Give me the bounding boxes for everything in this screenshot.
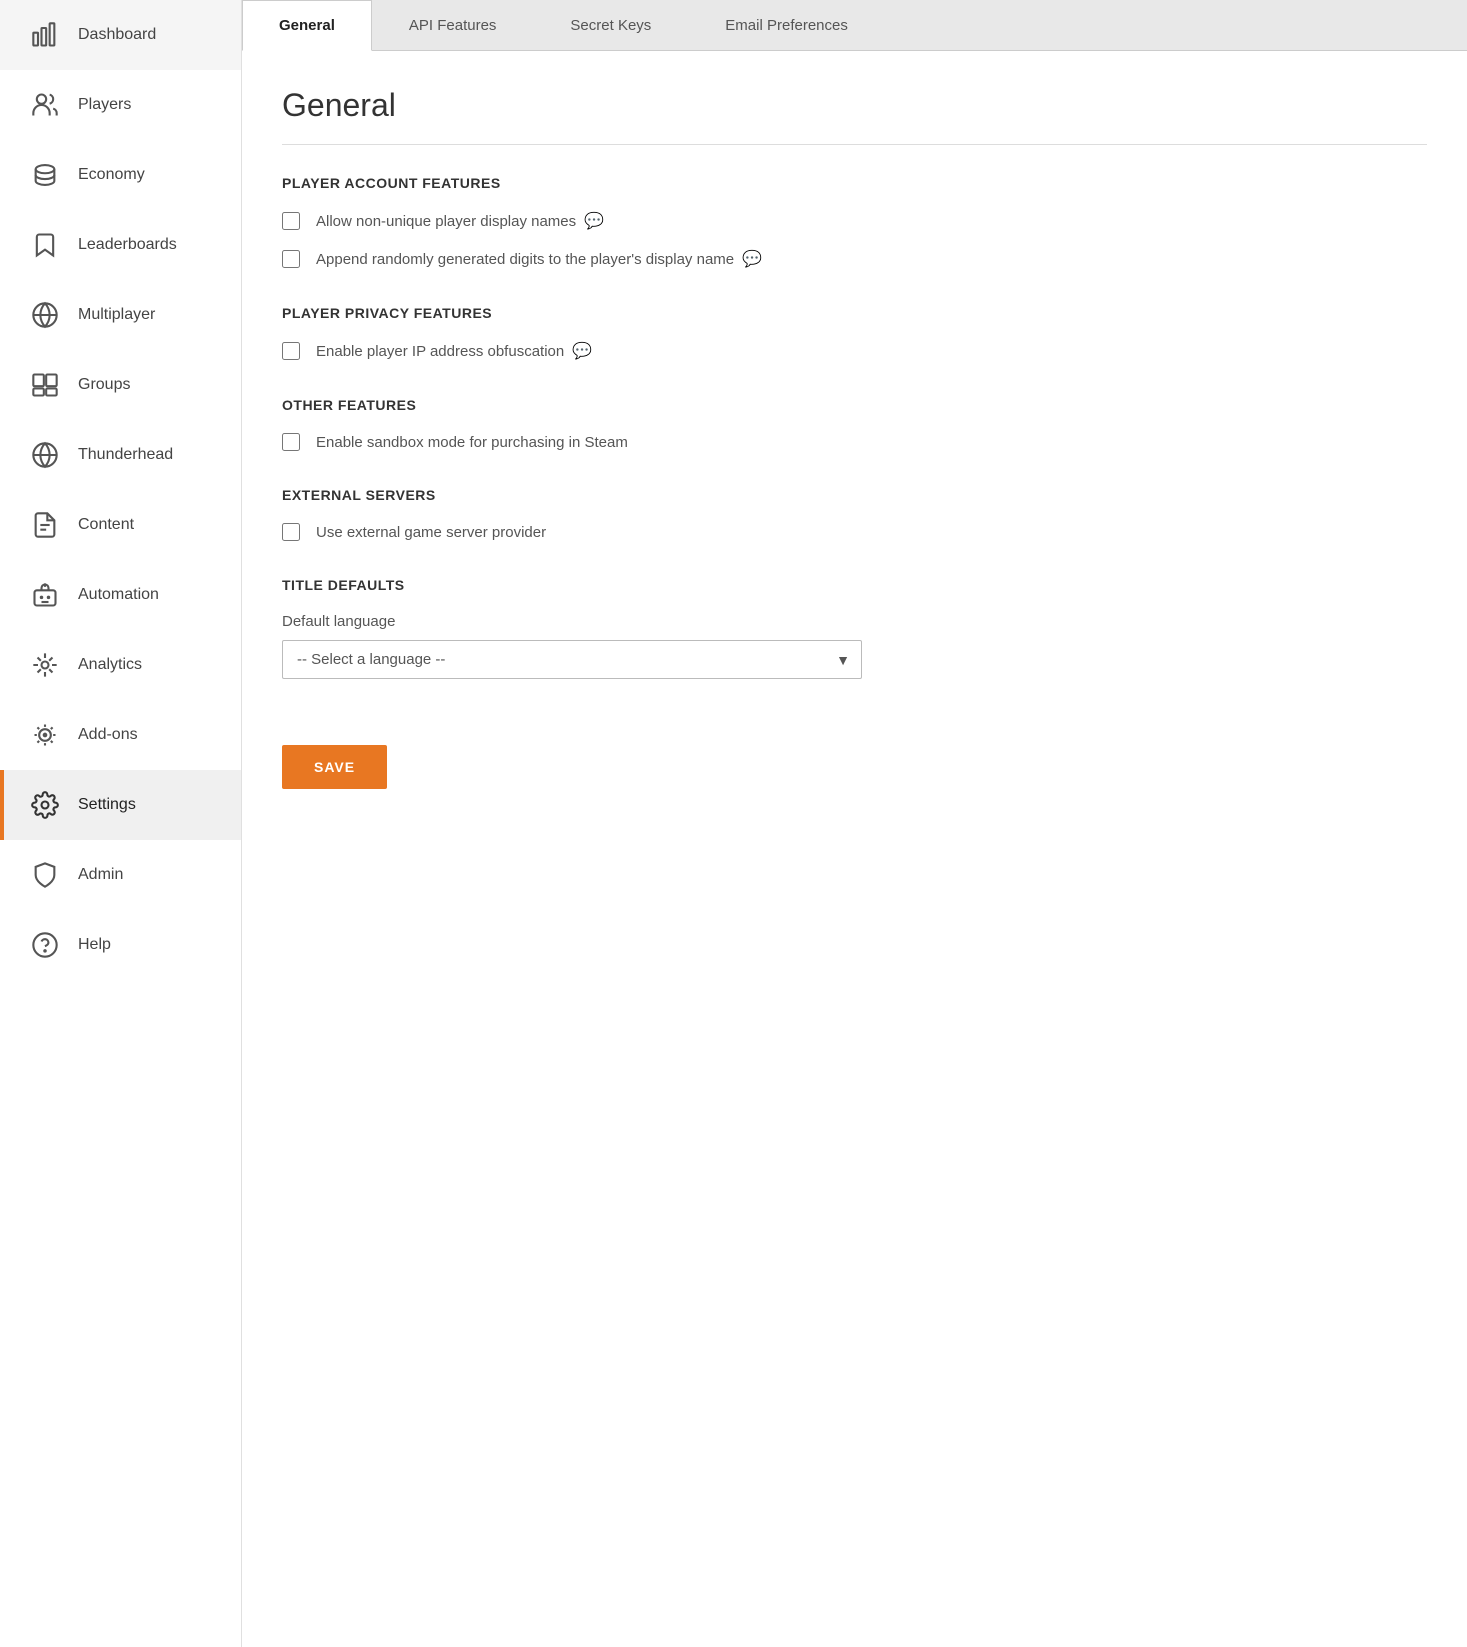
sidebar-item-addons[interactable]: Add-ons: [0, 700, 241, 770]
label-sandbox-mode: Enable sandbox mode for purchasing in St…: [316, 434, 628, 451]
section-player-privacy: PLAYER PRIVACY FEATURES Enable player IP…: [282, 305, 1427, 361]
bar-chart-icon: [28, 18, 62, 52]
section-player-account: PLAYER ACCOUNT FEATURES Allow non-unique…: [282, 175, 1427, 269]
sidebar-item-content[interactable]: Content: [0, 490, 241, 560]
comment-icon-2: 💬: [572, 341, 592, 361]
sidebar-label-automation: Automation: [78, 586, 159, 604]
gear-icon: [28, 788, 62, 822]
label-external-server: Use external game server provider: [316, 524, 546, 541]
comment-icon-1: 💬: [742, 249, 762, 269]
sidebar-item-admin[interactable]: Admin: [0, 840, 241, 910]
sidebar-label-addons: Add-ons: [78, 726, 138, 744]
thunderhead-icon: [28, 438, 62, 472]
content-area: General PLAYER ACCOUNT FEATURES Allow no…: [242, 51, 1467, 825]
tab-bar: General API Features Secret Keys Email P…: [242, 0, 1467, 51]
checkbox-item-append-digits: Append randomly generated digits to the …: [282, 249, 1427, 269]
sidebar-label-content: Content: [78, 516, 134, 534]
users-icon: [28, 88, 62, 122]
sidebar-label-dashboard: Dashboard: [78, 26, 156, 44]
sidebar-label-multiplayer: Multiplayer: [78, 306, 155, 324]
analytics-icon: [28, 648, 62, 682]
sidebar-item-players[interactable]: Players: [0, 70, 241, 140]
checkbox-item-external-server: Use external game server provider: [282, 523, 1427, 541]
section-title-external-servers: EXTERNAL SERVERS: [282, 487, 1427, 503]
checkbox-item-ip-obfuscation: Enable player IP address obfuscation 💬: [282, 341, 1427, 361]
sidebar-label-help: Help: [78, 936, 111, 954]
tab-general[interactable]: General: [242, 0, 372, 51]
page-title: General: [282, 87, 1427, 124]
language-select-wrapper: -- Select a language -- English French G…: [282, 640, 862, 679]
sidebar-item-analytics[interactable]: Analytics: [0, 630, 241, 700]
sidebar-label-groups: Groups: [78, 376, 130, 394]
section-title-player-privacy: PLAYER PRIVACY FEATURES: [282, 305, 1427, 321]
sidebar-label-players: Players: [78, 96, 131, 114]
checkbox-item-non-unique-names: Allow non-unique player display names 💬: [282, 211, 1427, 231]
main-content: General API Features Secret Keys Email P…: [242, 0, 1467, 1647]
section-external-servers: EXTERNAL SERVERS Use external game serve…: [282, 487, 1427, 541]
tab-api-features[interactable]: API Features: [372, 0, 534, 50]
checkbox-sandbox-mode[interactable]: [282, 433, 300, 451]
section-other-features: OTHER FEATURES Enable sandbox mode for p…: [282, 397, 1427, 451]
label-append-digits: Append randomly generated digits to the …: [316, 249, 762, 269]
sidebar-item-dashboard[interactable]: Dashboard: [0, 0, 241, 70]
sidebar-item-leaderboards[interactable]: Leaderboards: [0, 210, 241, 280]
section-title-player-account: PLAYER ACCOUNT FEATURES: [282, 175, 1427, 191]
sidebar-item-thunderhead[interactable]: Thunderhead: [0, 420, 241, 490]
label-non-unique-names: Allow non-unique player display names 💬: [316, 211, 604, 231]
save-button[interactable]: SAVE: [282, 745, 387, 789]
checkbox-non-unique-names[interactable]: [282, 212, 300, 230]
language-select[interactable]: -- Select a language -- English French G…: [282, 640, 862, 679]
tab-secret-keys[interactable]: Secret Keys: [533, 0, 688, 50]
language-field-label: Default language: [282, 613, 1427, 630]
checkbox-item-sandbox-mode: Enable sandbox mode for purchasing in St…: [282, 433, 1427, 451]
sidebar-label-analytics: Analytics: [78, 656, 142, 674]
tab-email-preferences[interactable]: Email Preferences: [688, 0, 885, 50]
sidebar-item-groups[interactable]: Groups: [0, 350, 241, 420]
section-title-title-defaults: TITLE DEFAULTS: [282, 577, 1427, 593]
robot-icon: [28, 578, 62, 612]
checkbox-ip-obfuscation[interactable]: [282, 342, 300, 360]
checkbox-append-digits[interactable]: [282, 250, 300, 268]
addons-icon: [28, 718, 62, 752]
divider: [282, 144, 1427, 145]
sidebar-item-economy[interactable]: Economy: [0, 140, 241, 210]
help-icon: [28, 928, 62, 962]
economy-icon: [28, 158, 62, 192]
sidebar-label-settings: Settings: [78, 796, 136, 814]
sidebar: Dashboard Players Economy Leaderboards M…: [0, 0, 242, 1647]
sidebar-label-economy: Economy: [78, 166, 145, 184]
section-title-defaults: TITLE DEFAULTS Default language -- Selec…: [282, 577, 1427, 679]
sidebar-item-help[interactable]: Help: [0, 910, 241, 980]
sidebar-label-leaderboards: Leaderboards: [78, 236, 177, 254]
sidebar-item-settings[interactable]: Settings: [0, 770, 241, 840]
sidebar-item-multiplayer[interactable]: Multiplayer: [0, 280, 241, 350]
sidebar-label-thunderhead: Thunderhead: [78, 446, 173, 464]
file-icon: [28, 508, 62, 542]
globe-icon: [28, 298, 62, 332]
section-title-other-features: OTHER FEATURES: [282, 397, 1427, 413]
sidebar-label-admin: Admin: [78, 866, 123, 884]
comment-icon-0: 💬: [584, 211, 604, 231]
shield-icon: [28, 858, 62, 892]
bookmark-icon: [28, 228, 62, 262]
sidebar-item-automation[interactable]: Automation: [0, 560, 241, 630]
checkbox-external-server[interactable]: [282, 523, 300, 541]
label-ip-obfuscation: Enable player IP address obfuscation 💬: [316, 341, 592, 361]
groups-icon: [28, 368, 62, 402]
